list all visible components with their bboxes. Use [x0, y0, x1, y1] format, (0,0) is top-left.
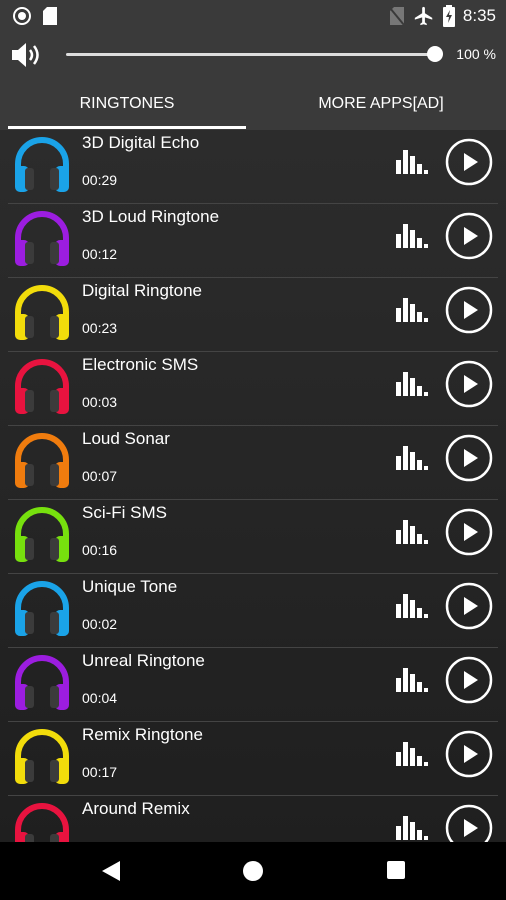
ringtone-row[interactable]: 3D Loud Ringtone 00:12	[0, 204, 506, 278]
tab-ringtones[interactable]: RINGTONES	[8, 78, 246, 130]
ringtone-title: 3D Digital Echo	[82, 133, 200, 152]
ringtone-duration: 00:16	[82, 542, 118, 558]
ringtone-title: Loud Sonar	[82, 429, 170, 448]
play-button-icon[interactable]	[445, 434, 493, 482]
tab-indicator	[8, 126, 246, 129]
equalizer-icon[interactable]	[396, 298, 428, 322]
sd-card-icon	[43, 7, 57, 25]
ringtone-title: Digital Ringtone	[82, 281, 203, 300]
ringtone-list[interactable]: 3D Digital Echo 00:29 3D Loud Ringtone 00:1…	[0, 130, 506, 842]
volume-bar: 100 %	[0, 32, 506, 78]
equalizer-icon[interactable]	[396, 594, 428, 618]
ringtone-row[interactable]: Electronic SMS 00:03	[0, 352, 506, 426]
ringtone-row[interactable]: Unreal Ringtone 00:04	[0, 648, 506, 722]
recent-apps-icon[interactable]	[387, 861, 405, 879]
headphones-icon	[15, 211, 69, 266]
ringtone-title: Electronic SMS	[82, 355, 199, 374]
ringtone-duration: 00:04	[82, 690, 118, 706]
ringtone-duration: 00:23	[82, 320, 118, 336]
battery-charging-icon	[442, 5, 455, 27]
equalizer-icon[interactable]	[396, 520, 428, 544]
ringtone-row[interactable]: Loud Sonar 00:07	[0, 426, 506, 500]
airplane-icon	[414, 6, 433, 26]
status-time: 8:35	[462, 6, 496, 25]
ringtone-duration: 00:02	[82, 616, 118, 632]
ringtone-title: Sci-Fi SMS	[82, 503, 167, 522]
ringtone-row[interactable]: Remix Ringtone 00:17	[0, 722, 506, 796]
ringtone-duration: 00:12	[82, 246, 118, 262]
record-icon	[13, 7, 31, 25]
headphones-icon	[15, 285, 69, 340]
headphones-icon	[15, 137, 69, 192]
back-icon[interactable]	[100, 859, 122, 883]
headphones-icon	[15, 655, 69, 710]
ringtone-row[interactable]: Sci-Fi SMS 00:16	[0, 500, 506, 574]
ringtone-row[interactable]: Around Remix	[0, 796, 506, 842]
headphones-icon	[15, 433, 69, 488]
volume-slider-thumb[interactable]	[427, 46, 443, 62]
play-button-icon[interactable]	[445, 730, 493, 778]
play-button-icon[interactable]	[445, 138, 493, 186]
ringtone-duration: 00:17	[82, 764, 118, 780]
ringtone-duration: 00:07	[82, 468, 118, 484]
volume-percent: 100 %	[456, 46, 496, 62]
ringtone-duration: 00:03	[82, 394, 118, 410]
ringtone-duration: 00:29	[82, 172, 118, 188]
home-icon[interactable]	[243, 861, 263, 881]
ringtone-title: 3D Loud Ringtone	[82, 207, 220, 226]
headphones-icon	[15, 359, 69, 414]
equalizer-icon[interactable]	[396, 816, 428, 840]
play-button-icon[interactable]	[445, 212, 493, 260]
headphones-icon	[15, 581, 69, 636]
tab-bar: RINGTONES MORE APPS[AD]	[0, 78, 506, 130]
speaker-icon[interactable]	[10, 40, 44, 70]
ringtone-title: Unreal Ringtone	[82, 651, 205, 670]
play-button-icon[interactable]	[445, 582, 493, 630]
headphones-icon	[15, 729, 69, 784]
equalizer-icon[interactable]	[396, 742, 428, 766]
navigation-bar	[0, 842, 506, 900]
status-bar: 8:35	[0, 0, 506, 32]
ringtone-title: Around Remix	[82, 799, 190, 818]
no-sim-icon	[389, 7, 405, 26]
tab-more-apps[interactable]: MORE APPS[AD]	[258, 78, 504, 130]
play-button-icon[interactable]	[445, 360, 493, 408]
headphones-icon	[15, 803, 69, 842]
ringtone-row[interactable]: 3D Digital Echo 00:29	[0, 130, 506, 204]
ringtone-row[interactable]: Digital Ringtone 00:23	[0, 278, 506, 352]
play-button-icon[interactable]	[445, 286, 493, 334]
equalizer-icon[interactable]	[396, 446, 428, 470]
volume-slider-track[interactable]	[66, 53, 436, 56]
play-button-icon[interactable]	[445, 508, 493, 556]
play-button-icon[interactable]	[445, 804, 493, 842]
play-button-icon[interactable]	[445, 656, 493, 704]
equalizer-icon[interactable]	[396, 668, 428, 692]
ringtone-title: Unique Tone	[82, 577, 178, 596]
equalizer-icon[interactable]	[396, 372, 428, 396]
equalizer-icon[interactable]	[396, 150, 428, 174]
equalizer-icon[interactable]	[396, 224, 428, 248]
ringtone-title: Remix Ringtone	[82, 725, 203, 744]
headphones-icon	[15, 507, 69, 562]
ringtone-row[interactable]: Unique Tone 00:02	[0, 574, 506, 648]
